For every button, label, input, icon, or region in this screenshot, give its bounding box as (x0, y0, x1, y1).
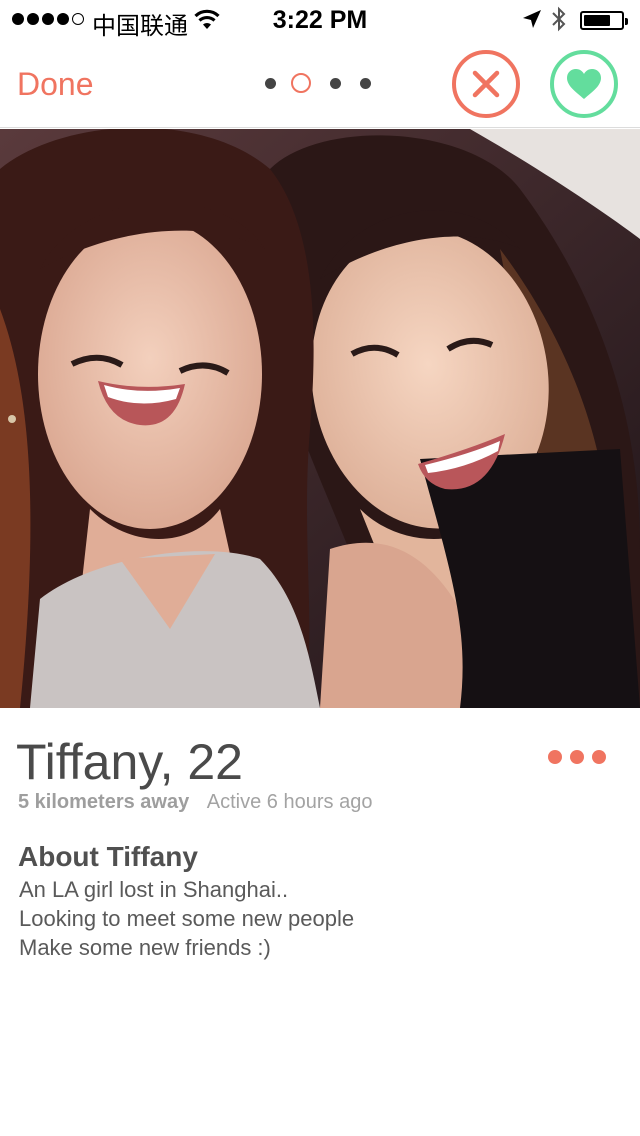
more-dot-icon (548, 750, 562, 764)
profile-photo[interactable] (0, 129, 640, 708)
like-button[interactable] (550, 50, 618, 118)
nav-bar: Done (0, 40, 640, 128)
battery-level (584, 15, 610, 26)
bio-line: Looking to meet some new people (19, 906, 355, 931)
page-dot[interactable] (330, 77, 341, 89)
close-x-icon (472, 70, 500, 98)
bio-text: An LA girl lost in Shanghai.. Looking to… (19, 875, 354, 962)
page-dot[interactable] (360, 77, 371, 89)
done-button[interactable]: Done (17, 66, 94, 103)
heart-icon (567, 69, 601, 99)
about-heading: About Tiffany (18, 841, 198, 872)
status-time: 3:22 PM (272, 6, 368, 34)
bluetooth-icon (552, 6, 566, 32)
profile-name-age: Tiffany, 22 (16, 734, 243, 790)
bio-line: Make some new friends :) (19, 935, 271, 960)
page-dot-active[interactable] (291, 73, 311, 93)
nope-button[interactable] (452, 50, 520, 118)
distance-text: 5 kilometers away (18, 791, 190, 813)
more-dot-icon (570, 750, 584, 764)
page-dot[interactable] (265, 77, 276, 89)
bio-line: An LA girl lost in Shanghai.. (19, 877, 289, 902)
status-bar: 中国联通 3:22 PM (0, 0, 640, 40)
battery-icon (580, 11, 628, 30)
last-active-text: Active 6 hours ago (206, 791, 373, 813)
more-options-button[interactable] (548, 750, 606, 764)
photo-page-indicator[interactable] (265, 73, 390, 93)
profile-meta: 5 kilometers away Active 6 hours ago (18, 791, 372, 814)
profile-photo-image (0, 129, 640, 708)
more-dot-icon (592, 750, 606, 764)
location-arrow-icon (523, 10, 541, 28)
